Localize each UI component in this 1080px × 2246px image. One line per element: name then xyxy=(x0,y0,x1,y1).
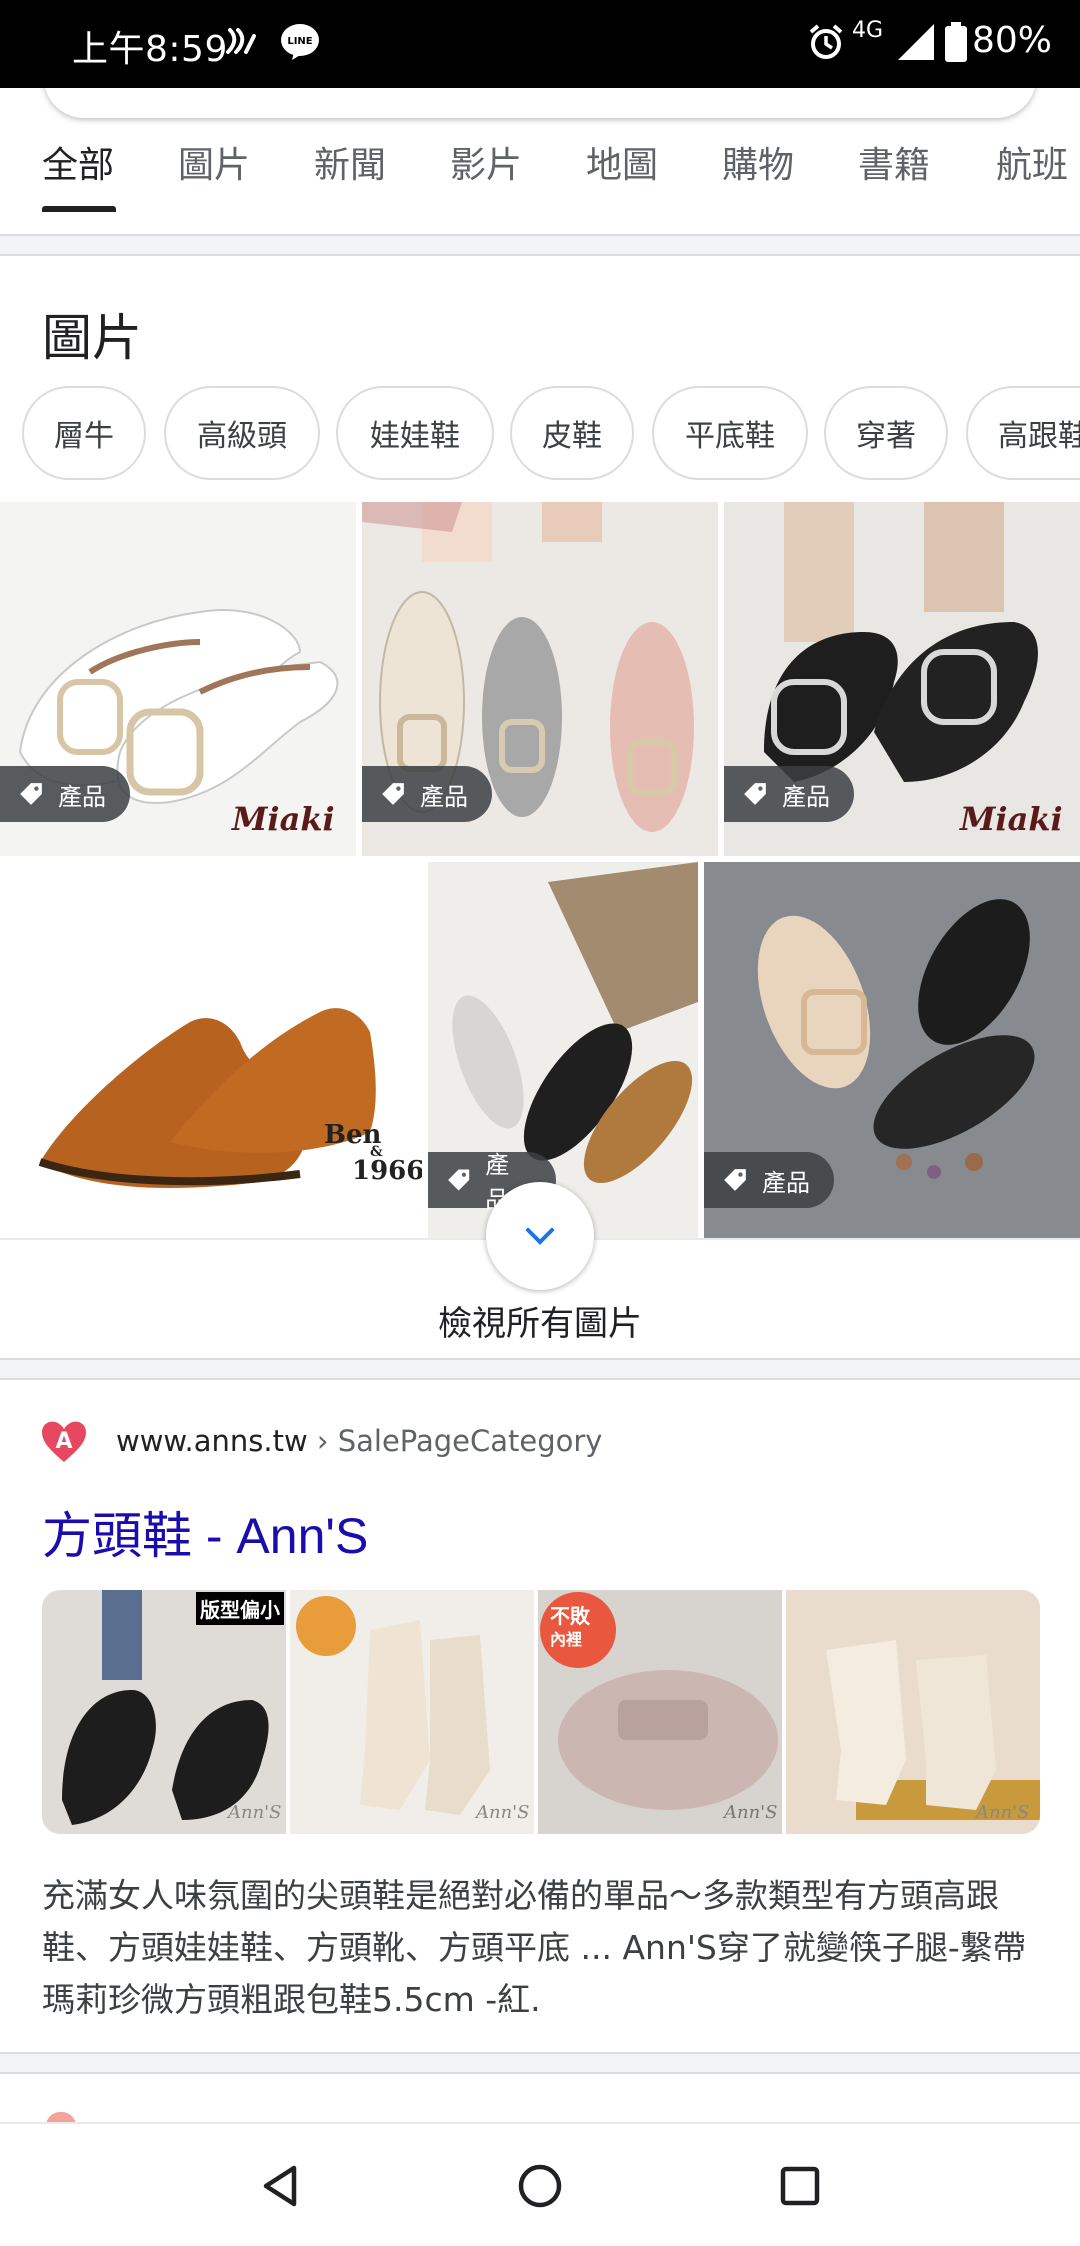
chip-6[interactable]: 穿著 xyxy=(824,386,948,480)
line-app-icon: LINE xyxy=(280,22,320,66)
brand-watermark: Miaki xyxy=(960,800,1063,838)
divider xyxy=(0,254,1080,256)
image-filter-chips: 層牛 高級頭 娃娃鞋 皮鞋 平底鞋 穿著 高跟鞋 xyxy=(0,386,1080,482)
product-tag-label: 產品 xyxy=(420,782,468,811)
thumb-badge-1: 不敗 xyxy=(550,1604,590,1628)
section-gap xyxy=(0,236,1080,254)
tab-images[interactable]: 圖片 xyxy=(178,136,250,188)
battery-level: 80% xyxy=(972,20,1053,61)
recents-square-icon xyxy=(780,2166,820,2206)
tag-icon xyxy=(382,783,404,805)
thumb-watermark: Ann'S xyxy=(724,1802,778,1823)
tag-icon xyxy=(20,783,42,805)
chip-7[interactable]: 高跟鞋 xyxy=(966,386,1080,480)
result-breadcrumb: › SalePageCategory xyxy=(316,1424,603,1458)
product-tag: 產品 xyxy=(704,1152,834,1208)
thumb-watermark: Ann'S xyxy=(228,1802,282,1823)
back-triangle-icon xyxy=(263,2165,297,2207)
active-tab-indicator xyxy=(42,206,116,212)
svg-text:LINE: LINE xyxy=(287,36,312,47)
home-button[interactable] xyxy=(510,2156,570,2216)
battery-icon xyxy=(944,22,968,66)
tab-shopping[interactable]: 購物 xyxy=(722,136,794,188)
tab-maps[interactable]: 地圖 xyxy=(586,136,658,188)
tag-icon xyxy=(724,1169,746,1191)
product-tag: 產品 xyxy=(0,766,130,822)
brand-watermark: Miaki xyxy=(232,800,335,838)
tab-flights[interactable]: 航班 xyxy=(996,136,1068,188)
image-result-2[interactable]: 產品 xyxy=(362,502,718,856)
section-gap xyxy=(0,1360,1080,1378)
signal-icon xyxy=(896,22,936,66)
image-result-4[interactable]: Ben & 1966 xyxy=(0,862,422,1240)
tab-all[interactable]: 全部 xyxy=(42,136,114,188)
recents-button[interactable] xyxy=(770,2156,830,2216)
thumb-badge-2: 內裡 xyxy=(550,1630,583,1649)
result-thumbnails: 版型偏小 Ann'S Ann'S 不敗 內裡 Ann'S Ann'S xyxy=(42,1590,1040,1834)
network-type: 4G xyxy=(852,18,884,43)
view-all-images-link[interactable]: 檢視所有圖片 xyxy=(0,1296,1080,1345)
result-domain: www.anns.tw xyxy=(116,1424,308,1458)
expand-images-button[interactable] xyxy=(486,1182,594,1290)
product-tag: 產品 xyxy=(724,766,854,822)
section-gap xyxy=(0,2054,1080,2072)
home-circle-icon xyxy=(518,2164,562,2208)
tab-news[interactable]: 新聞 xyxy=(314,136,386,188)
next-result-favicon xyxy=(46,2112,76,2122)
site-favicon: A xyxy=(42,1421,86,1462)
thumb-watermark: Ann'S xyxy=(976,1802,1030,1823)
thumb-watermark: Ann'S xyxy=(476,1802,530,1823)
thumb-badge-size: 版型偏小 xyxy=(196,1592,284,1625)
svg-text:A: A xyxy=(55,1429,72,1454)
tag-icon xyxy=(448,1169,470,1191)
chip-3[interactable]: 娃娃鞋 xyxy=(336,386,494,480)
product-tag-label: 產品 xyxy=(762,1168,810,1197)
result-site[interactable]: www.anns.tw › SalePageCategory xyxy=(116,1424,602,1458)
search-tabs: 全部 圖片 新聞 影片 地圖 購物 書籍 航班 xyxy=(0,136,1080,216)
result-thumb-2[interactable]: Ann'S xyxy=(290,1590,534,1834)
divider xyxy=(0,1378,1080,1380)
tab-books[interactable]: 書籍 xyxy=(858,136,930,188)
alarm-icon xyxy=(806,22,846,66)
brand-watermark-year: 1966 xyxy=(352,1156,422,1186)
status-bar: 上午8:59 LINE 4G 80% xyxy=(0,0,1080,88)
image-result-5[interactable]: 產品 xyxy=(428,862,698,1240)
system-navigation-bar xyxy=(0,2122,1080,2246)
result-title-link[interactable]: 方頭鞋 - Ann'S xyxy=(42,1496,368,1568)
product-tag-label: 產品 xyxy=(782,782,830,811)
images-section-title: 圖片 xyxy=(42,309,142,367)
image-result-6[interactable]: 產品 xyxy=(704,862,1080,1240)
chip-5[interactable]: 平底鞋 xyxy=(652,386,808,480)
result-snippet: 充滿女人味氛圍的尖頭鞋是絕對必備的單品～多款類型有方頭高跟鞋、方頭娃娃鞋、方頭靴… xyxy=(42,1876,1026,2019)
divider xyxy=(0,2072,1080,2074)
image-result-1[interactable]: Miaki 產品 xyxy=(0,502,356,856)
tab-videos[interactable]: 影片 xyxy=(450,136,522,188)
search-box-edge[interactable] xyxy=(44,88,1036,118)
result-thumb-1[interactable]: 版型偏小 Ann'S xyxy=(42,1590,286,1834)
product-tag-label: 產品 xyxy=(58,782,106,811)
result-thumb-3[interactable]: 不敗 內裡 Ann'S xyxy=(538,1590,782,1834)
result-thumb-4[interactable]: Ann'S xyxy=(786,1590,1040,1834)
image-result-3[interactable]: Miaki 產品 xyxy=(724,502,1080,856)
product-tag: 產品 xyxy=(362,766,492,822)
chip-1[interactable]: 層牛 xyxy=(22,386,146,480)
search-results-sheet: 全部 圖片 新聞 影片 地圖 購物 書籍 航班 圖片 層牛 高級頭 娃娃鞋 皮鞋… xyxy=(0,88,1080,2122)
nfc-icon xyxy=(224,22,260,66)
chip-4[interactable]: 皮鞋 xyxy=(510,386,634,480)
chevron-down-icon xyxy=(526,1228,554,1245)
tag-icon xyxy=(744,783,766,805)
status-time: 上午8:59 xyxy=(72,29,228,70)
back-button[interactable] xyxy=(250,2156,310,2216)
chip-2[interactable]: 高級頭 xyxy=(164,386,320,480)
